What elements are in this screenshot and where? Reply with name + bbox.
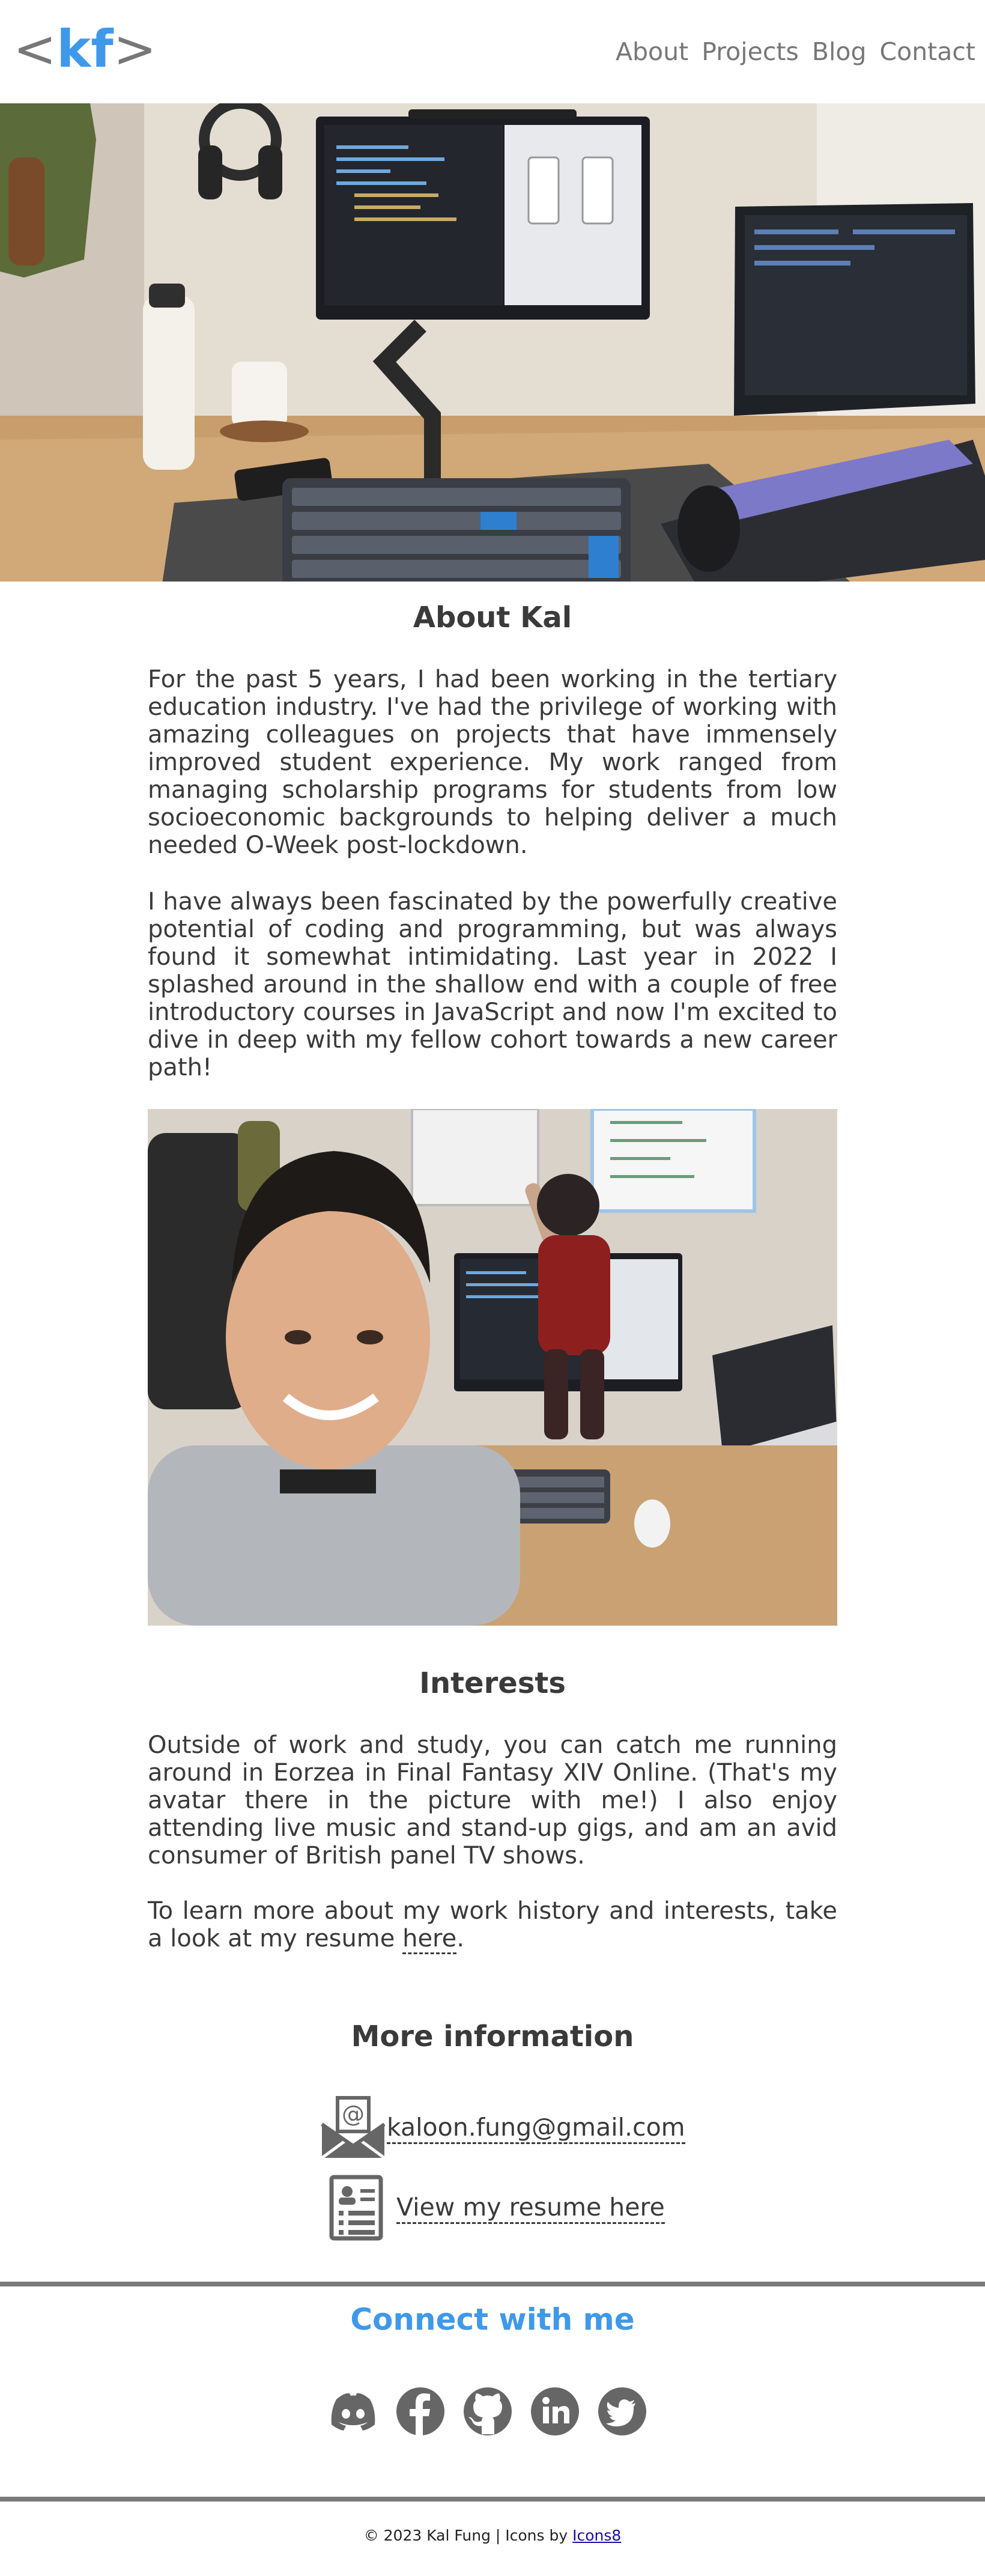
resume-paragraph: To learn more about my work history and … [148,1897,837,1954]
selfie-illustration [148,1109,837,1626]
about-paragraph-2: I have always been fascinated by the pow… [148,888,837,1081]
site-header: <kf> About Projects Blog Contact [0,0,985,103]
svg-text:@: @ [342,2101,365,2127]
icons8-link[interactable]: Icons8 [572,2527,621,2544]
section-divider-bottom [0,2497,985,2502]
selfie-with-avatar-photo [148,1109,837,1626]
section-divider-top [0,2282,985,2286]
interests-paragraph: Outside of work and study, you can catch… [148,1731,837,1870]
interests-title: Interests [419,1666,566,1700]
social-links [328,2386,647,2437]
resume-here-link[interactable]: here [402,1925,457,1954]
resume-row: View my resume here [329,2175,665,2241]
view-resume-link[interactable]: View my resume here [396,2192,665,2224]
site-logo[interactable]: <kf> [13,14,157,84]
connect-title: Connect with me [350,2302,635,2337]
nav-contact[interactable]: Contact [879,34,975,70]
facebook-icon[interactable] [395,2386,446,2437]
main-nav: About Projects Blog Contact [616,34,975,70]
more-info-title: More information [351,2020,634,2053]
github-icon[interactable] [462,2386,513,2437]
resume-document-icon [329,2175,383,2241]
email-envelope-icon: @ [320,2095,387,2160]
nav-projects[interactable]: Projects [702,34,799,70]
email-link[interactable]: kaloon.fung@gmail.com [387,2112,685,2144]
about-paragraph-1: For the past 5 years, I had been working… [148,666,837,859]
desk-setup-illustration [0,103,985,582]
nav-about[interactable]: About [616,34,688,70]
nav-blog[interactable]: Blog [812,34,867,70]
email-row: @ kaloon.fung@gmail.com [320,2095,685,2160]
discord-icon[interactable] [328,2386,378,2437]
site-footer: © 2023 Kal Fung | Icons by Icons8 [363,2527,622,2544]
linkedin-icon[interactable] [530,2386,580,2437]
twitter-icon[interactable] [597,2386,647,2437]
hero-desk-photo [0,103,985,582]
about-title: About Kal [413,601,572,634]
